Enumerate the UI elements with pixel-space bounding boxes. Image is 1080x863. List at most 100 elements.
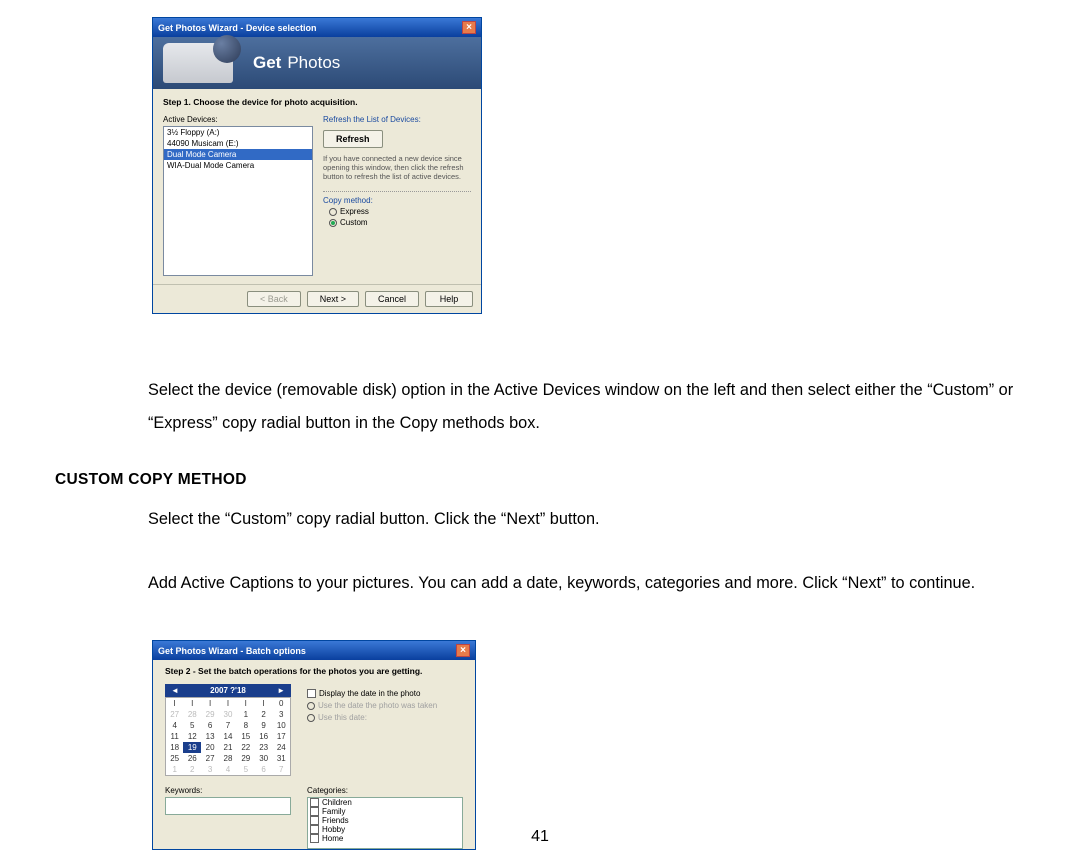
radio-use-this-date[interactable]: Use this date: — [307, 713, 463, 722]
cal-day[interactable]: 3 — [273, 709, 291, 720]
banner-get: Get — [253, 53, 281, 73]
cal-day[interactable]: 22 — [237, 742, 255, 753]
window-title: Get Photos Wizard - Batch options — [158, 646, 306, 656]
chevron-right-icon[interactable]: ► — [277, 686, 285, 695]
close-icon[interactable]: × — [462, 21, 476, 34]
cal-day[interactable]: 1 — [166, 764, 184, 776]
page-number: 41 — [531, 828, 549, 846]
cal-dow: I — [219, 698, 237, 710]
cal-day[interactable]: 2 — [183, 764, 201, 776]
cal-day[interactable]: 6 — [201, 720, 219, 731]
radio-express[interactable]: Express — [329, 207, 471, 216]
cal-day[interactable]: 27 — [166, 709, 184, 720]
cal-day[interactable]: 5 — [237, 764, 255, 776]
radio-custom[interactable]: Custom — [329, 218, 471, 227]
item-label: Friends — [322, 816, 349, 825]
list-item[interactable]: WIA-Dual Mode Camera — [164, 160, 312, 171]
cal-day[interactable]: 16 — [255, 731, 273, 742]
chevron-left-icon[interactable]: ◄ — [171, 686, 179, 695]
cal-day[interactable]: 11 — [166, 731, 184, 742]
radio-use-taken[interactable]: Use the date the photo was taken — [307, 701, 463, 710]
cal-day[interactable]: 3 — [201, 764, 219, 776]
list-item[interactable]: Hobby — [310, 825, 460, 834]
radio-label: Express — [340, 207, 369, 216]
titlebar: Get Photos Wizard - Device selection × — [153, 18, 481, 37]
cal-dow: I — [166, 698, 184, 710]
cal-day[interactable]: 7 — [219, 720, 237, 731]
section-heading: CUSTOM COPY METHOD — [55, 471, 247, 489]
device-list[interactable]: 3½ Floppy (A:) 44090 Musicam (E:) Dual M… — [163, 126, 313, 276]
keywords-input[interactable] — [165, 797, 291, 815]
checkbox-label: Display the date in the photo — [319, 689, 420, 698]
banner-photos: Photos — [287, 53, 340, 73]
step-heading: Step 2 - Set the batch operations for th… — [165, 666, 463, 676]
keywords-label: Keywords: — [165, 786, 291, 795]
cal-day[interactable]: 9 — [255, 720, 273, 731]
calendar-header: ◄ 2007 ?'18 ► — [165, 684, 291, 697]
cal-day[interactable]: 2 — [255, 709, 273, 720]
cal-day[interactable]: 10 — [273, 720, 291, 731]
item-label: Home — [322, 834, 343, 843]
back-button[interactable]: < Back — [247, 291, 301, 307]
item-label: Family — [322, 807, 346, 816]
list-item[interactable]: Children — [310, 798, 460, 807]
cal-day[interactable]: 7 — [273, 764, 291, 776]
item-label: Hobby — [322, 825, 345, 834]
cal-day[interactable]: 8 — [237, 720, 255, 731]
cal-day[interactable]: 4 — [219, 764, 237, 776]
cal-day[interactable]: 27 — [201, 753, 219, 764]
calendar-grid: I I I I I I 0 27 28 29 30 1 2 — [165, 697, 291, 776]
cal-day[interactable]: 30 — [219, 709, 237, 720]
next-button[interactable]: Next > — [307, 291, 359, 307]
list-item[interactable]: Friends — [310, 816, 460, 825]
titlebar: Get Photos Wizard - Batch options × — [153, 641, 475, 660]
cal-day[interactable]: 24 — [273, 742, 291, 753]
close-icon[interactable]: × — [456, 644, 470, 657]
cal-day[interactable]: 29 — [201, 709, 219, 720]
cal-day[interactable]: 30 — [255, 753, 273, 764]
radio-label: Use the date the photo was taken — [318, 701, 437, 710]
cal-dow: I — [255, 698, 273, 710]
list-item[interactable]: Dual Mode Camera — [164, 149, 312, 160]
cal-day[interactable]: 13 — [201, 731, 219, 742]
cal-day[interactable]: 4 — [166, 720, 184, 731]
cal-day[interactable]: 15 — [237, 731, 255, 742]
checkbox-icon — [310, 798, 319, 807]
cal-day[interactable]: 29 — [237, 753, 255, 764]
cal-day[interactable]: 20 — [201, 742, 219, 753]
cal-day[interactable]: 6 — [255, 764, 273, 776]
cal-day[interactable]: 17 — [273, 731, 291, 742]
checkbox-icon — [310, 816, 319, 825]
help-button[interactable]: Help — [425, 291, 473, 307]
list-item[interactable]: 3½ Floppy (A:) — [164, 127, 312, 138]
calendar-month: 2007 ?'18 — [210, 686, 246, 695]
categories-list[interactable]: Children Family Friends Hobby Home — [307, 797, 463, 849]
cal-day[interactable]: 26 — [183, 753, 201, 764]
cal-day[interactable]: 21 — [219, 742, 237, 753]
calendar[interactable]: ◄ 2007 ?'18 ► I I I I I I 0 27 — [165, 684, 291, 776]
cal-day[interactable]: 25 — [166, 753, 184, 764]
step-heading: Step 1. Choose the device for photo acqu… — [163, 97, 471, 107]
cal-day[interactable]: 23 — [255, 742, 273, 753]
radio-icon — [329, 208, 337, 216]
list-item[interactable]: 44090 Musicam (E:) — [164, 138, 312, 149]
button-row: < Back Next > Cancel Help — [153, 284, 481, 313]
paragraph: Select the “Custom” copy radial button. … — [148, 503, 1030, 536]
refresh-button[interactable]: Refresh — [323, 130, 383, 148]
list-item[interactable]: Home — [310, 834, 460, 843]
list-item[interactable]: Family — [310, 807, 460, 816]
active-devices-label: Active Devices: — [163, 115, 313, 124]
radio-icon — [307, 702, 315, 710]
cal-day[interactable]: 18 — [166, 742, 184, 753]
cal-day[interactable]: 28 — [219, 753, 237, 764]
cal-day[interactable]: 1 — [237, 709, 255, 720]
cancel-button[interactable]: Cancel — [365, 291, 419, 307]
cal-day[interactable]: 31 — [273, 753, 291, 764]
cal-day[interactable]: 14 — [219, 731, 237, 742]
cal-day[interactable]: 28 — [183, 709, 201, 720]
cal-day[interactable]: 19 — [183, 742, 201, 753]
refresh-hint: If you have connected a new device since… — [323, 154, 471, 181]
checkbox-display-date[interactable]: Display the date in the photo — [307, 689, 463, 698]
cal-day[interactable]: 5 — [183, 720, 201, 731]
cal-day[interactable]: 12 — [183, 731, 201, 742]
